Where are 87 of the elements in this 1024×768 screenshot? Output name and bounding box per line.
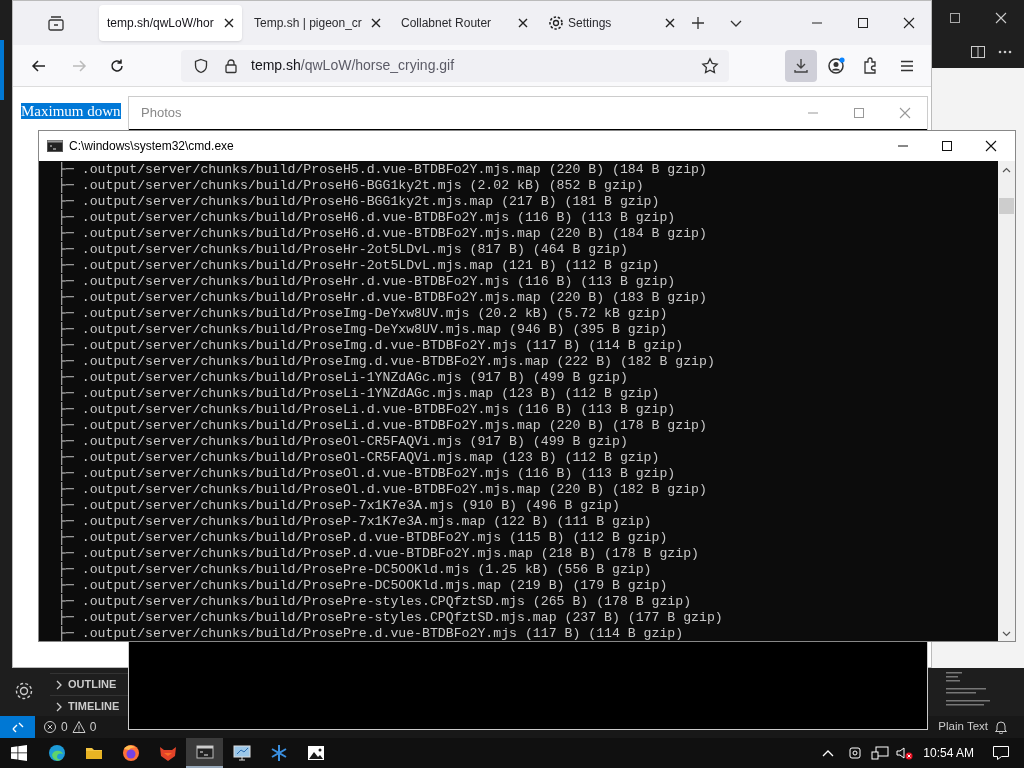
notification-icon[interactable] (992, 745, 1010, 761)
browser-tab[interactable]: temp.sh/qwLoW/hor (99, 5, 242, 41)
star-icon[interactable] (701, 56, 719, 75)
split-editor-icon[interactable] (970, 44, 986, 60)
reload-icon[interactable] (109, 57, 125, 74)
output-line: ├─ .output/server/chunks/build/ProseLi.d.vue-BTDBFo2Y.mjs.map (220 B) (178 B gzip) (58, 418, 707, 434)
output-line: ├─ .output/server/chunks/build/ProseOl-CR5FAQVi.mjs (917 B) (499 B gzip) (58, 434, 628, 450)
browser-tab[interactable]: Temp.sh | pigeon_cr (246, 5, 389, 41)
window-title: C:\windows\system32\cmd.exe (69, 138, 234, 155)
problems-button[interactable]: 0 0 (43, 718, 97, 736)
error-icon (43, 720, 57, 734)
output-line: ├─ .output/server/chunks/build/ProsePre-styles.CPQfztSD.mjs.map (237 B) (177 B gzip) (58, 610, 723, 626)
tab-list-icon[interactable] (47, 14, 65, 32)
output-line: ├─ .output/server/chunks/build/ProseOl-CR5FAQVi.mjs.map (123 B) (112 B gzip) (58, 450, 660, 466)
output-line: ├─ .output/server/chunks/build/ProseH6.d.vue-BTDBFo2Y.mjs.map (220 B) (184 B gzip) (58, 226, 707, 242)
app-icon (46, 743, 67, 763)
browser-tab[interactable]: Settings (540, 5, 683, 41)
output-line: ├─ .output/server/chunks/build/ProseLi.d.vue-BTDBFo2Y.mjs (116 B) (113 B gzip) (58, 402, 676, 418)
scrollbar[interactable] (998, 161, 1015, 641)
lock-icon (223, 57, 239, 74)
output-line: ├─ .output/server/chunks/build/ProseImg-DeYxw8UV.mjs.map (946 B) (395 B gzip) (58, 322, 668, 338)
close-icon[interactable] (985, 140, 997, 152)
window-title: Photos (141, 104, 182, 123)
maximize-icon[interactable] (941, 140, 953, 152)
close-icon[interactable] (371, 18, 381, 28)
language-mode[interactable]: Plain Text (938, 718, 988, 736)
output-line: ├─ .output/server/chunks/build/ProseH6-BGG1ky2t.mjs.map (217 B) (181 B gzip) (58, 194, 660, 210)
back-icon[interactable] (31, 57, 47, 74)
scroll-thumb[interactable] (999, 198, 1014, 214)
output-line: ├─ .output/server/chunks/build/ProseOl.d.vue-BTDBFo2Y.mjs.map (220 B) (182 B gzip) (58, 482, 707, 498)
maximize-icon[interactable] (857, 17, 869, 29)
scroll-down-icon[interactable] (1002, 631, 1011, 637)
output-line: ├─ .output/server/chunks/build/ProseH5.d.vue-BTDBFo2Y.mjs.map (220 B) (184 B gzip) (58, 162, 707, 178)
network-icon[interactable] (871, 745, 890, 761)
volume-muted-icon[interactable] (895, 745, 914, 761)
warning-icon (71, 720, 86, 734)
output-line: ├─ .output/server/chunks/build/ProsePre-DC5OOKld.mjs.map (219 B) (179 B gzip) (58, 578, 668, 594)
output-line: ├─ .output/server/chunks/build/ProseHr.d.vue-BTDBFo2Y.mjs.map (220 B) (183 B gzip) (58, 290, 707, 306)
output-line: ├─ .output/server/chunks/build/ProseHr-2ot5LDvL.mjs (817 B) (464 B gzip) (58, 242, 628, 258)
settings-icon[interactable] (13, 680, 35, 702)
output-line: ├─ .output/server/chunks/build/ProseHr.d.vue-BTDBFo2Y.mjs (116 B) (113 B gzip) (58, 274, 676, 290)
app-icon (120, 743, 141, 763)
output-line: ├─ .output/server/chunks/build/ProseH6-BGG1ky2t.mjs (2.02 kB) (852 B gzip) (58, 178, 644, 194)
new-tab-icon[interactable] (691, 16, 705, 30)
app-icon (305, 743, 326, 763)
output-line: ├─ .output/server/chunks/build/ProseImg-DeYxw8UV.mjs (20.2 kB) (5.72 kB gzip) (58, 306, 668, 322)
output-line: ├─ .output/server/chunks/build/ProseLi-1YNZdAGc.mjs.map (123 B) (112 B gzip) (58, 386, 660, 402)
output-line: ├─ .output/server/chunks/build/ProseP.d.vue-BTDBFo2Y.mjs.map (218 B) (178 B gzip) (58, 546, 700, 562)
app-icon (194, 742, 215, 762)
more-icon[interactable] (998, 50, 1012, 54)
close-icon[interactable] (224, 18, 234, 28)
download-icon (793, 57, 809, 74)
extensions-icon[interactable] (861, 56, 879, 75)
scroll-up-icon[interactable] (1002, 167, 1011, 173)
output-line: ├─ .output/server/chunks/build/ProseHr-2ot5LDvL.mjs.map (121 B) (112 B gzip) (58, 258, 660, 274)
gear-icon (548, 15, 564, 31)
camera-icon[interactable] (848, 745, 863, 761)
close-icon[interactable] (665, 18, 675, 28)
chevron-up-icon[interactable] (822, 749, 835, 757)
clock[interactable]: 10:54 AM (923, 744, 974, 762)
bell-icon[interactable] (994, 720, 1008, 734)
app-icon (231, 743, 252, 763)
close-icon[interactable] (903, 17, 915, 29)
close-icon[interactable] (518, 18, 528, 28)
page-text: Maximum down (21, 103, 121, 119)
output-line: ├─ .output/server/chunks/build/ProseImg.d.vue-BTDBFo2Y.mjs (117 B) (114 B gzip) (58, 338, 684, 354)
output-line: ├─ .output/server/chunks/build/ProseImg.d.vue-BTDBFo2Y.mjs.map (222 B) (182 B gzip) (58, 354, 715, 370)
maximize-icon[interactable] (949, 12, 961, 24)
terminal-icon (47, 140, 63, 152)
output-line: ├─ .output/server/chunks/build/ProsePre-DC5OOKld.mjs (1.25 kB) (556 B gzip) (58, 562, 652, 578)
account-icon[interactable] (826, 55, 846, 76)
browser-tab[interactable]: Collabnet Router (393, 5, 536, 41)
downloads-button[interactable] (785, 49, 817, 82)
shield-icon (193, 57, 209, 74)
url-text: temp.sh/qwLoW/horse_crying.gif (251, 56, 455, 75)
activity-indicator (0, 40, 4, 100)
output-line: ├─ .output/server/chunks/build/ProseP.d.vue-BTDBFo2Y.mjs (115 B) (112 B gzip) (58, 530, 668, 546)
output-line: ├─ .output/server/chunks/build/ProsePre.d.vue-BTDBFo2Y.mjs (117 B) (114 B gzip) (58, 626, 684, 641)
output-line: ├─ .output/server/chunks/build/ProseP-7x1K7e3A.mjs.map (122 B) (111 B gzip) (58, 514, 652, 530)
output-line: ├─ .output/server/chunks/build/ProseP-7x1K7e3A.mjs (910 B) (496 B gzip) (58, 498, 620, 514)
output-line: ├─ .output/server/chunks/build/ProsePre-styles.CPQfztSD.mjs (265 B) (178 B gzip) (58, 594, 692, 610)
output-line: ├─ .output/server/chunks/build/ProseLi-1YNZdAGc.mjs (917 B) (499 B gzip) (58, 370, 628, 386)
windows-icon (11, 745, 27, 761)
taskbar-app[interactable] (186, 738, 223, 768)
output-line: ├─ .output/server/chunks/build/ProseH6.d.vue-BTDBFo2Y.mjs (116 B) (113 B gzip) (58, 210, 676, 226)
address-bar[interactable]: temp.sh/qwLoW/horse_crying.gif (181, 49, 729, 82)
output-line: ├─ .output/server/chunks/build/ProseOl.d.vue-BTDBFo2Y.mjs (116 B) (113 B gzip) (58, 466, 676, 482)
